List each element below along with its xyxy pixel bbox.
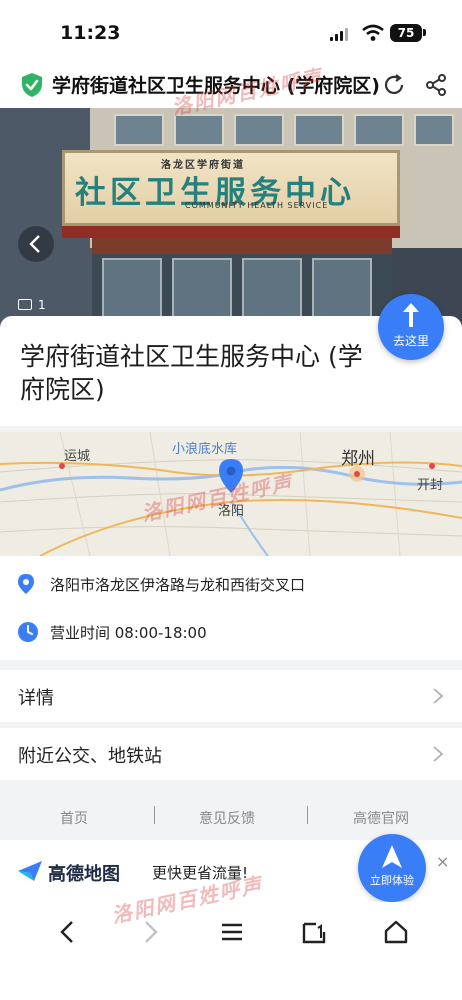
home-icon[interactable] bbox=[382, 918, 410, 946]
poi-photo[interactable]: 洛龙区学府街道 社区卫生服务中心 COMMUNITY HEALTH SERVIC… bbox=[0, 108, 462, 330]
cellular-signal-icon bbox=[330, 27, 352, 41]
nearby-transit-row[interactable]: 附近公交、地铁站 bbox=[0, 728, 462, 780]
clock-icon bbox=[18, 622, 38, 642]
share-icon[interactable] bbox=[424, 73, 448, 97]
building-sign: 洛龙区学府街道 社区卫生服务中心 COMMUNITY HEALTH SERVIC… bbox=[62, 150, 400, 226]
photo-count: 1 bbox=[38, 298, 46, 312]
status-bar: 11:23 75 bbox=[0, 0, 462, 62]
details-label: 详情 bbox=[18, 688, 54, 709]
sign-english-text: COMMUNITY HEALTH SERVICE bbox=[185, 201, 329, 210]
navigate-here-button[interactable]: 去这里 bbox=[378, 294, 444, 360]
map-label-zhengzhou: 郑州 bbox=[341, 449, 375, 469]
address-text: 洛阳市洛龙区伊洛路与龙和西街交叉口 bbox=[50, 576, 306, 594]
nearby-transit-label: 附近公交、地铁站 bbox=[18, 746, 162, 767]
try-now-label: 立即体验 bbox=[370, 874, 414, 887]
chevron-right-icon bbox=[433, 688, 444, 704]
map-label-kaifeng: 开封 bbox=[417, 478, 444, 493]
amap-logo-icon bbox=[18, 861, 42, 881]
footer-home-link[interactable]: 首页 bbox=[60, 808, 88, 828]
status-time: 11:23 bbox=[60, 22, 121, 44]
sign-strip bbox=[62, 226, 400, 238]
location-pin-icon bbox=[18, 574, 34, 594]
footer-official-link[interactable]: 高德官网 bbox=[353, 808, 409, 828]
back-button[interactable] bbox=[18, 226, 54, 262]
poi-title: 学府街道社区卫生服务中心 (学府院区) bbox=[20, 342, 363, 404]
footer-feedback-link[interactable]: 意见反馈 bbox=[199, 808, 255, 828]
chevron-right-icon bbox=[433, 746, 444, 762]
footer-divider bbox=[307, 806, 308, 824]
refresh-icon[interactable] bbox=[382, 73, 406, 97]
battery-tip bbox=[423, 29, 426, 36]
chevron-left-icon bbox=[29, 235, 40, 253]
back-arrow-icon[interactable] bbox=[54, 918, 82, 946]
page: 11:23 75 学府街道社区卫生服务中心 (学府院区) 洛龙区学府街道 社区卫… bbox=[0, 0, 462, 1000]
hours-text: 营业时间 08:00-18:00 bbox=[50, 624, 207, 642]
amap-brand-name: 高德地图 bbox=[48, 864, 120, 885]
footer-divider bbox=[154, 806, 155, 824]
tabs-icon[interactable] bbox=[300, 918, 328, 946]
poi-info-card: 洛阳市洛龙区伊洛路与龙和西街交叉口 营业时间 08:00-18:00 bbox=[0, 556, 462, 660]
shield-check-icon bbox=[22, 73, 42, 97]
image-icon bbox=[18, 299, 32, 310]
browser-toolbar bbox=[0, 902, 462, 1000]
battery-level: 75 bbox=[390, 24, 422, 42]
hours-row: 营业时间 08:00-18:00 bbox=[0, 612, 462, 652]
navigation-arrow-icon bbox=[382, 845, 402, 868]
route-arrow-icon bbox=[403, 303, 419, 327]
wifi-icon bbox=[362, 24, 384, 41]
close-banner-button[interactable]: × bbox=[436, 852, 449, 871]
details-row[interactable]: 详情 bbox=[0, 670, 462, 722]
menu-icon[interactable] bbox=[218, 918, 246, 946]
try-now-button[interactable]: 立即体验 bbox=[358, 834, 426, 902]
sign-banner bbox=[92, 238, 392, 254]
address-row[interactable]: 洛阳市洛龙区伊洛路与龙和西街交叉口 bbox=[0, 564, 462, 604]
map-label-xiaolangdi: 小浪底水库 bbox=[172, 442, 238, 457]
navigate-here-label: 去这里 bbox=[392, 334, 429, 348]
map-label-yuncheng: 运城 bbox=[64, 449, 91, 464]
